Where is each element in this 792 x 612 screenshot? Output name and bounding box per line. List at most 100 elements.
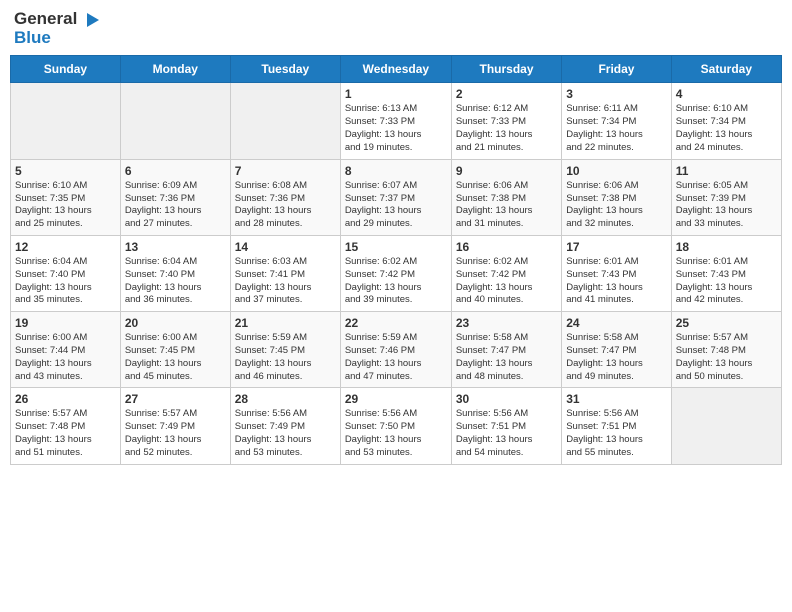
calendar-cell: 11 Sunrise: 6:05 AM Sunset: 7:39 PM Dayli…: [671, 159, 781, 235]
day-content: Sunrise: 5:56 AM Sunset: 7:50 PM Dayligh…: [345, 408, 447, 459]
day-content: Sunrise: 6:11 AM Sunset: 7:34 PM Dayligh…: [566, 103, 666, 154]
day-number: 24: [566, 316, 666, 330]
day-content: Sunrise: 5:56 AM Sunset: 7:51 PM Dayligh…: [456, 408, 557, 459]
day-number: 16: [456, 240, 557, 254]
calendar-cell: 1Sunrise: 6:13 AM Sunset: 7:33 PM Daylig…: [340, 83, 451, 159]
day-content: Sunrise: 5:57 AM Sunset: 7:48 PM Dayligh…: [15, 408, 116, 459]
day-number: 15: [345, 240, 447, 254]
calendar-body: 1Sunrise: 6:13 AM Sunset: 7:33 PM Daylig…: [11, 83, 782, 464]
logo-text: General Blue: [14, 10, 101, 47]
day-number: 3: [566, 87, 666, 101]
calendar-cell: [120, 83, 230, 159]
calendar-cell: 30 Sunrise: 5:56 AM Sunset: 7:51 PM Dayli…: [451, 388, 561, 464]
day-number: 8: [345, 164, 447, 178]
day-number: 13: [125, 240, 226, 254]
day-content: Sunrise: 5:56 AM Sunset: 7:51 PM Dayligh…: [566, 408, 666, 459]
calendar-cell: 23 Sunrise: 5:58 AM Sunset: 7:47 PM Dayli…: [451, 312, 561, 388]
day-number: 21: [235, 316, 336, 330]
calendar-cell: 21 Sunrise: 5:59 AM Sunset: 7:45 PM Dayli…: [230, 312, 340, 388]
day-number: 12: [15, 240, 116, 254]
week-row-3: 12 Sunrise: 6:04 AM Sunset: 7:40 PM Dayli…: [11, 235, 782, 311]
logo-blue: Blue: [14, 28, 51, 47]
day-content: Sunrise: 6:00 AM Sunset: 7:44 PM Dayligh…: [15, 332, 116, 383]
calendar-cell: 6 Sunrise: 6:09 AM Sunset: 7:36 PM Daylig…: [120, 159, 230, 235]
week-row-4: 19Sunrise: 6:00 AM Sunset: 7:44 PM Dayli…: [11, 312, 782, 388]
week-row-1: 1Sunrise: 6:13 AM Sunset: 7:33 PM Daylig…: [11, 83, 782, 159]
day-content: Sunrise: 5:59 AM Sunset: 7:46 PM Dayligh…: [345, 332, 447, 383]
day-content: Sunrise: 6:13 AM Sunset: 7:33 PM Dayligh…: [345, 103, 447, 154]
day-number: 26: [15, 392, 116, 406]
calendar-cell: 19Sunrise: 6:00 AM Sunset: 7:44 PM Dayli…: [11, 312, 121, 388]
day-number: 2: [456, 87, 557, 101]
day-of-week-wednesday: Wednesday: [340, 56, 451, 83]
week-row-2: 5Sunrise: 6:10 AM Sunset: 7:35 PM Daylig…: [11, 159, 782, 235]
day-number: 25: [676, 316, 777, 330]
day-of-week-monday: Monday: [120, 56, 230, 83]
day-of-week-saturday: Saturday: [671, 56, 781, 83]
calendar-cell: 8 Sunrise: 6:07 AM Sunset: 7:37 PM Daylig…: [340, 159, 451, 235]
day-of-week-thursday: Thursday: [451, 56, 561, 83]
calendar-cell: 17Sunrise: 6:01 AM Sunset: 7:43 PM Dayli…: [562, 235, 671, 311]
day-content: Sunrise: 5:59 AM Sunset: 7:45 PM Dayligh…: [235, 332, 336, 383]
day-content: Sunrise: 6:09 AM Sunset: 7:36 PM Dayligh…: [125, 180, 226, 231]
day-number: 5: [15, 164, 116, 178]
calendar-cell: 29 Sunrise: 5:56 AM Sunset: 7:50 PM Dayli…: [340, 388, 451, 464]
calendar-cell: 9 Sunrise: 6:06 AM Sunset: 7:38 PM Daylig…: [451, 159, 561, 235]
day-number: 4: [676, 87, 777, 101]
calendar-cell: 10 Sunrise: 6:06 AM Sunset: 7:38 PM Dayli…: [562, 159, 671, 235]
day-content: Sunrise: 6:05 AM Sunset: 7:39 PM Dayligh…: [676, 180, 777, 231]
week-row-5: 26 Sunrise: 5:57 AM Sunset: 7:48 PM Dayli…: [11, 388, 782, 464]
day-number: 31: [566, 392, 666, 406]
day-content: Sunrise: 6:02 AM Sunset: 7:42 PM Dayligh…: [456, 256, 557, 307]
calendar-cell: 3 Sunrise: 6:11 AM Sunset: 7:34 PM Daylig…: [562, 83, 671, 159]
day-number: 29: [345, 392, 447, 406]
logo-arrow-icon: [83, 11, 101, 29]
day-number: 11: [676, 164, 777, 178]
calendar-cell: 12 Sunrise: 6:04 AM Sunset: 7:40 PM Dayli…: [11, 235, 121, 311]
day-number: 28: [235, 392, 336, 406]
day-number: 30: [456, 392, 557, 406]
calendar-cell: 28 Sunrise: 5:56 AM Sunset: 7:49 PM Dayli…: [230, 388, 340, 464]
day-content: Sunrise: 6:04 AM Sunset: 7:40 PM Dayligh…: [125, 256, 226, 307]
day-content: Sunrise: 6:12 AM Sunset: 7:33 PM Dayligh…: [456, 103, 557, 154]
day-number: 23: [456, 316, 557, 330]
calendar-cell: 22Sunrise: 5:59 AM Sunset: 7:46 PM Dayli…: [340, 312, 451, 388]
day-content: Sunrise: 5:56 AM Sunset: 7:49 PM Dayligh…: [235, 408, 336, 459]
calendar-cell: 24 Sunrise: 5:58 AM Sunset: 7:47 PM Dayli…: [562, 312, 671, 388]
day-content: Sunrise: 6:06 AM Sunset: 7:38 PM Dayligh…: [456, 180, 557, 231]
day-number: 9: [456, 164, 557, 178]
calendar-cell: 27Sunrise: 5:57 AM Sunset: 7:49 PM Dayli…: [120, 388, 230, 464]
calendar-cell: [671, 388, 781, 464]
day-content: Sunrise: 6:07 AM Sunset: 7:37 PM Dayligh…: [345, 180, 447, 231]
calendar-cell: 15Sunrise: 6:02 AM Sunset: 7:42 PM Dayli…: [340, 235, 451, 311]
logo: General Blue: [14, 10, 101, 47]
day-number: 27: [125, 392, 226, 406]
calendar-cell: 13 Sunrise: 6:04 AM Sunset: 7:40 PM Dayli…: [120, 235, 230, 311]
day-content: Sunrise: 5:58 AM Sunset: 7:47 PM Dayligh…: [566, 332, 666, 383]
calendar-cell: 14 Sunrise: 6:03 AM Sunset: 7:41 PM Dayli…: [230, 235, 340, 311]
calendar-cell: 5Sunrise: 6:10 AM Sunset: 7:35 PM Daylig…: [11, 159, 121, 235]
calendar-cell: 2 Sunrise: 6:12 AM Sunset: 7:33 PM Daylig…: [451, 83, 561, 159]
day-number: 20: [125, 316, 226, 330]
day-content: Sunrise: 6:08 AM Sunset: 7:36 PM Dayligh…: [235, 180, 336, 231]
day-of-week-friday: Friday: [562, 56, 671, 83]
day-content: Sunrise: 6:06 AM Sunset: 7:38 PM Dayligh…: [566, 180, 666, 231]
day-of-week-sunday: Sunday: [11, 56, 121, 83]
day-number: 10: [566, 164, 666, 178]
calendar-cell: 16 Sunrise: 6:02 AM Sunset: 7:42 PM Dayli…: [451, 235, 561, 311]
page-header: General Blue: [10, 10, 782, 47]
calendar-table: SundayMondayTuesdayWednesdayThursdayFrid…: [10, 55, 782, 464]
day-number: 6: [125, 164, 226, 178]
calendar-cell: 7Sunrise: 6:08 AM Sunset: 7:36 PM Daylig…: [230, 159, 340, 235]
calendar-cell: 18Sunrise: 6:01 AM Sunset: 7:43 PM Dayli…: [671, 235, 781, 311]
day-content: Sunrise: 6:03 AM Sunset: 7:41 PM Dayligh…: [235, 256, 336, 307]
day-content: Sunrise: 5:57 AM Sunset: 7:48 PM Dayligh…: [676, 332, 777, 383]
day-number: 14: [235, 240, 336, 254]
logo-general: General: [14, 9, 77, 28]
calendar-header: SundayMondayTuesdayWednesdayThursdayFrid…: [11, 56, 782, 83]
day-content: Sunrise: 6:00 AM Sunset: 7:45 PM Dayligh…: [125, 332, 226, 383]
day-content: Sunrise: 6:04 AM Sunset: 7:40 PM Dayligh…: [15, 256, 116, 307]
day-content: Sunrise: 5:58 AM Sunset: 7:47 PM Dayligh…: [456, 332, 557, 383]
calendar-cell: [230, 83, 340, 159]
day-content: Sunrise: 6:01 AM Sunset: 7:43 PM Dayligh…: [676, 256, 777, 307]
